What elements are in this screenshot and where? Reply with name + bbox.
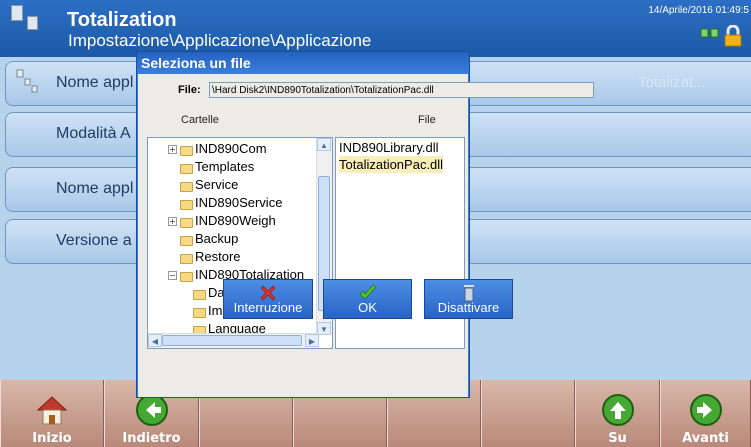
row-label: Modalità A — [56, 125, 131, 142]
tree-item[interactable]: IND890Service — [148, 194, 318, 212]
row-label: Nome appl — [56, 74, 134, 91]
row-value: Totalizat... — [638, 74, 706, 91]
file-path-field[interactable]: \Hard Disk2\IND890Totalization\Totalizat… — [209, 82, 594, 98]
folder-icon — [180, 236, 193, 246]
home-label: Inizio — [32, 431, 72, 446]
up-label: Su — [608, 431, 627, 446]
arrow-up-icon — [601, 394, 634, 426]
scroll-right-icon[interactable]: ▶ — [305, 334, 319, 347]
cancel-button[interactable]: Interruzione — [223, 279, 313, 319]
dialog-body: File: \Hard Disk2\IND890Totalization\Tot… — [138, 74, 594, 397]
hierarchy-icon — [16, 69, 38, 93]
up-button[interactable]: Su — [575, 380, 660, 447]
tree-item-label: IND890Service — [195, 195, 283, 210]
next-button[interactable]: Avanti — [660, 380, 751, 447]
home-button[interactable]: Inizio — [0, 380, 104, 447]
folder-icon — [180, 146, 193, 156]
title-bar: Totalization Impostazione\Applicazione\A… — [0, 0, 751, 57]
disable-label: Disattivare — [437, 300, 500, 315]
home-icon — [36, 396, 68, 425]
scroll-left-icon[interactable]: ◀ — [148, 334, 162, 347]
horizontal-scrollbar[interactable]: ◀ ▶ — [148, 333, 319, 348]
tree-item[interactable]: Restore — [148, 248, 318, 266]
file-label: File: — [178, 84, 201, 96]
dialog-title: Seleziona un file — [137, 52, 469, 74]
folder-icon — [180, 182, 193, 192]
cancel-label: Interruzione — [233, 300, 303, 315]
tree-item-label: IND890Weigh — [195, 213, 276, 228]
expand-icon[interactable]: + — [168, 145, 177, 154]
app-icon — [11, 5, 23, 21]
file-item[interactable]: IND890Library.dll — [339, 139, 438, 156]
file-item-selected[interactable]: TotalizationPac.dll — [339, 156, 444, 173]
breadcrumb: Impostazione\Applicazione\Applicazione — [68, 31, 372, 50]
next-label: Avanti — [682, 431, 729, 446]
tree-item-label: Templates — [195, 159, 255, 174]
tree-item-label: IND890Com — [195, 141, 267, 156]
file-select-dialog: Seleziona un file File: \Hard Disk2\IND8… — [136, 51, 594, 398]
row-label: Versione a — [56, 232, 132, 249]
scroll-thumb[interactable] — [162, 335, 302, 346]
datetime-display: 14/Aprile/2016 01:49:5 — [648, 5, 749, 16]
folder-icon — [180, 164, 193, 174]
scroll-down-icon[interactable]: ▼ — [317, 322, 331, 335]
tree-item[interactable]: + IND890Weigh — [148, 212, 318, 230]
folder-icon — [193, 290, 206, 300]
ok-button[interactable]: OK — [323, 279, 412, 319]
ok-label: OK — [358, 300, 377, 315]
tree-item-label: Restore — [195, 249, 241, 264]
tree-item[interactable]: Service — [148, 176, 318, 194]
folder-icon — [180, 218, 193, 228]
folder-open-icon — [180, 272, 193, 282]
folder-icon — [180, 200, 193, 210]
expand-icon[interactable]: + — [168, 217, 177, 226]
page-title: Totalization — [67, 9, 177, 31]
folder-icon — [180, 254, 193, 264]
softkey-empty[interactable] — [481, 380, 575, 447]
arrow-right-icon — [689, 394, 722, 426]
folders-header: Cartelle — [181, 114, 219, 126]
tree-item-label: Backup — [195, 231, 239, 246]
folder-icon — [193, 308, 206, 318]
lock-icon — [724, 25, 742, 47]
app-icon-secondary — [27, 16, 38, 30]
network-status-icon — [700, 28, 719, 38]
scroll-up-icon[interactable]: ▲ — [317, 138, 331, 151]
row-label: Nome appl — [56, 180, 134, 197]
tree-item[interactable]: Backup — [148, 230, 318, 248]
disable-button[interactable]: Disattivare — [424, 279, 513, 319]
tree-item[interactable]: + IND890Com — [148, 140, 318, 158]
tree-item[interactable]: Templates — [148, 158, 318, 176]
files-header: File — [418, 114, 436, 126]
collapse-icon[interactable]: − — [168, 271, 177, 280]
tree-item-label: Service — [195, 177, 239, 192]
back-label: Indietro — [122, 431, 181, 446]
